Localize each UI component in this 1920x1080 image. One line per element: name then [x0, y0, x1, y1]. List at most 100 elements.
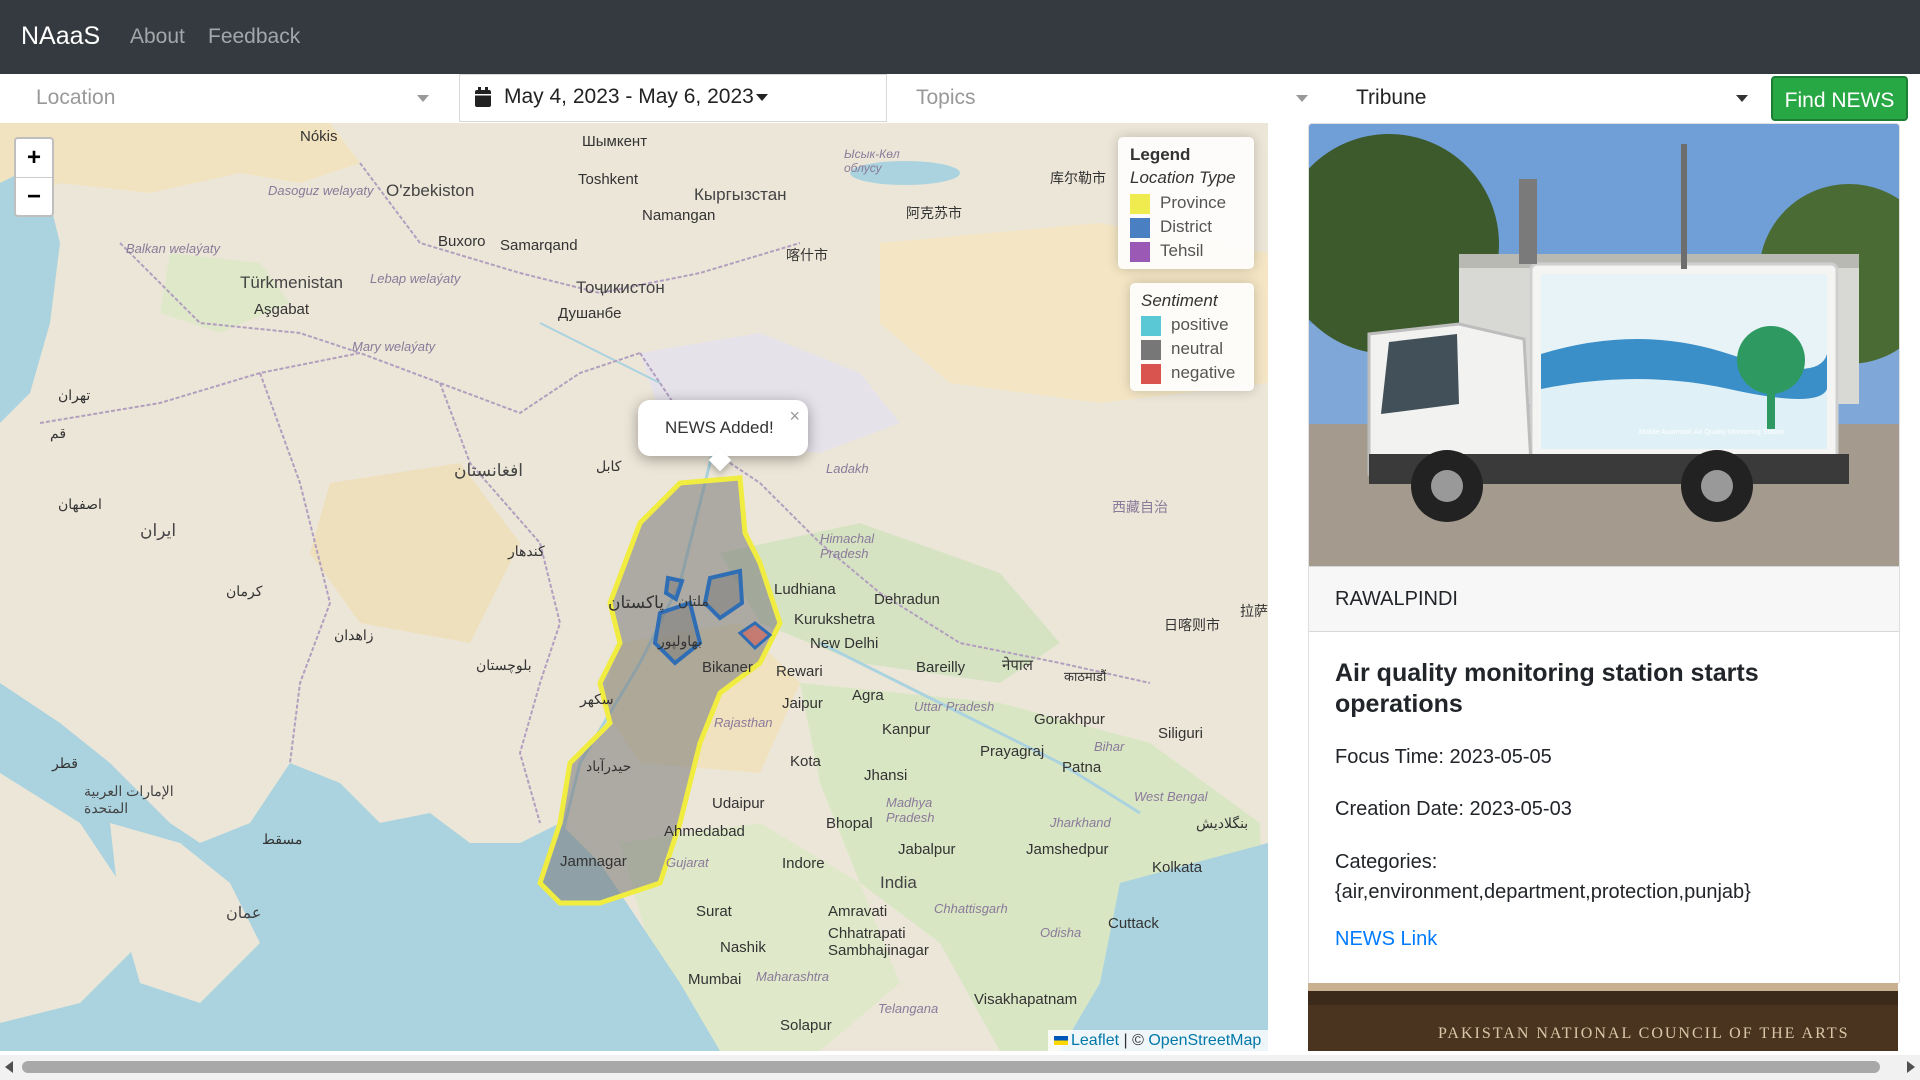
- map-label: Türkmenistan: [240, 273, 343, 292]
- news-image-2: PAKISTAN NATIONAL COUNCIL OF THE ARTS: [1308, 983, 1898, 1051]
- swatch: [1141, 339, 1161, 360]
- map-label: Uttar Pradesh: [914, 699, 995, 714]
- map-label: Dasoguz welayaty: [268, 183, 374, 198]
- map-label: ملتان: [678, 593, 709, 609]
- news-categories: {air,environment,department,protection,p…: [1335, 881, 1751, 903]
- scrollbar-thumb[interactable]: [22, 1061, 1880, 1073]
- legend-subtitle: Sentiment: [1141, 291, 1218, 310]
- map-label: Ысык-Көл облусу: [844, 147, 900, 175]
- chevron-down-icon: [1736, 95, 1748, 102]
- osm-link[interactable]: OpenStreetMap: [1148, 1032, 1261, 1049]
- map-label: Mumbai: [688, 971, 742, 988]
- map-label: Jharkhand: [1050, 815, 1111, 830]
- news-image: Mobile Automatic Air Quality Monitoring …: [1309, 124, 1899, 566]
- map-label: Lebap welaýaty: [370, 271, 461, 286]
- map-label: 阿克苏市: [906, 205, 962, 221]
- location-placeholder: Location: [36, 86, 116, 109]
- map-label: Surat: [696, 903, 732, 920]
- map-label: الإمارات العربية المتحدة: [84, 783, 174, 816]
- map-label: Kurukshetra: [794, 611, 875, 628]
- map-label: Кыргызстан: [694, 185, 787, 204]
- map-label: Kota: [790, 753, 821, 770]
- map-label: Nókis: [300, 128, 338, 145]
- map-label: 日喀则市: [1164, 617, 1220, 633]
- map-label: Chhattisgarh: [934, 901, 1008, 916]
- navbar: NAaaS About Feedback: [0, 0, 1920, 74]
- map-label: ایران: [140, 521, 177, 540]
- find-news-button[interactable]: Find NEWS: [1771, 76, 1908, 121]
- location-type-legend: Legend Location Type Province District T…: [1118, 137, 1254, 269]
- swatch: [1130, 217, 1150, 238]
- map-label: Rajasthan: [714, 715, 773, 730]
- close-icon[interactable]: ×: [789, 406, 800, 427]
- map-label: Telangana: [878, 1001, 939, 1016]
- legend-title: Legend: [1130, 145, 1191, 164]
- map-label: Buxoro: [438, 233, 486, 250]
- source-value: Tribune: [1356, 86, 1427, 109]
- map-label: 西藏自治: [1112, 499, 1168, 515]
- legend-subtitle: Location Type: [1130, 168, 1236, 187]
- map-label: New Delhi: [810, 635, 879, 652]
- map-label: Nashik: [720, 939, 766, 956]
- zoom-in-button[interactable]: +: [16, 139, 52, 178]
- map-label: کرمان: [226, 583, 263, 599]
- date-range-picker[interactable]: May 4, 2023 - May 6, 2023: [459, 74, 887, 122]
- map-label: West Bengal: [1134, 789, 1208, 804]
- map-label: بنگلادیش: [1196, 815, 1249, 831]
- map-label: Odisha: [1040, 925, 1082, 940]
- brand-logo[interactable]: NAaaS: [21, 22, 100, 51]
- news-link[interactable]: NEWS Link: [1335, 928, 1437, 951]
- map-label: کندهار: [508, 543, 545, 559]
- map-basemap: [0, 123, 1268, 1051]
- source-select[interactable]: Tribune: [1332, 74, 1770, 123]
- map-label: 喀什市: [786, 247, 828, 263]
- map-label: 拉萨: [1240, 603, 1268, 619]
- calendar-icon: [475, 87, 491, 107]
- news-image-caption: Mobile Automatic Air Quality Monitoring …: [1639, 429, 1785, 436]
- horizontal-scrollbar[interactable]: [0, 1055, 1920, 1080]
- map-label: Jamnagar: [560, 853, 627, 870]
- map-label: سکهر: [580, 691, 614, 707]
- map-label: بهاولپور: [658, 633, 702, 649]
- news-image-2-text: PAKISTAN NATIONAL COUNCIL OF THE ARTS: [1438, 1025, 1849, 1042]
- swatch: [1130, 241, 1150, 262]
- legend-item-neutral: neutral: [1141, 337, 1235, 361]
- map-label: Jaipur: [782, 695, 823, 712]
- zoom-control: + −: [14, 137, 54, 217]
- map-label: Душанбе: [558, 305, 622, 322]
- zoom-out-button[interactable]: −: [16, 178, 52, 216]
- map-label: افغانستان: [454, 461, 523, 480]
- nav-feedback-link[interactable]: Feedback: [208, 25, 300, 49]
- map-label: Ladakh: [826, 461, 869, 476]
- legend-item-tehsil: Tehsil: [1130, 239, 1226, 263]
- map-label: Indore: [782, 855, 825, 872]
- map-label: Solapur: [780, 1017, 832, 1034]
- sentiment-legend: Sentiment positive neutral negative: [1130, 283, 1254, 391]
- scroll-right-icon[interactable]: [1907, 1061, 1915, 1073]
- swatch: [1141, 315, 1161, 336]
- map-label: Gorakhpur: [1034, 711, 1105, 728]
- location-select[interactable]: Location: [0, 74, 459, 123]
- leaflet-link[interactable]: Leaflet: [1071, 1032, 1119, 1049]
- map-label: 库尔勒市: [1050, 170, 1106, 186]
- ukraine-flag-icon: [1054, 1036, 1068, 1046]
- topics-select[interactable]: Topics: [886, 74, 1332, 123]
- map-view[interactable]: Nókis Шымкент Toshkent O'zbekiston Dasog…: [0, 123, 1268, 1051]
- legend-item-district: District: [1130, 215, 1226, 239]
- map-label: Jabalpur: [898, 841, 956, 858]
- map-label: Madhya Pradesh: [886, 795, 935, 825]
- nav-about-link[interactable]: About: [130, 25, 185, 49]
- map-label: Siliguri: [1158, 725, 1204, 742]
- news-location: RAWALPINDI: [1335, 588, 1458, 610]
- scroll-left-icon[interactable]: [5, 1061, 13, 1073]
- news-title: Air quality monitoring station starts op…: [1335, 659, 1759, 718]
- news-categories-label: Categories:: [1335, 851, 1438, 873]
- news-card: Mobile Automatic Air Quality Monitoring …: [1308, 123, 1900, 985]
- map-label: Ahmedabad: [664, 823, 745, 840]
- map-label: Himachal Pradesh: [820, 531, 875, 561]
- map-label: بلوچستان: [476, 657, 532, 673]
- map-label: Cuttack: [1108, 915, 1159, 932]
- news-card-header: RAWALPINDI: [1309, 566, 1899, 632]
- map-label: Agra: [852, 687, 884, 704]
- map-label: کابل: [596, 458, 622, 474]
